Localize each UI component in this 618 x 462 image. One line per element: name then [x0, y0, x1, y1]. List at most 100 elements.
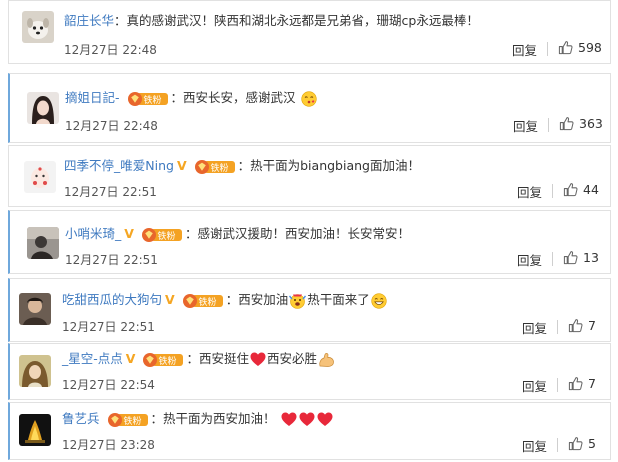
fan-badge[interactable]: 铁粉 [194, 159, 236, 175]
avatar[interactable] [19, 293, 51, 325]
timestamp: 12月27日 22:51 [64, 185, 157, 199]
avatar[interactable] [19, 414, 51, 446]
kiss-face-emoji-icon [300, 90, 317, 107]
like-count: 598 [578, 40, 602, 55]
timestamp: 12月27日 22:51 [65, 253, 158, 267]
reply-button[interactable]: 回复 [522, 436, 547, 455]
username-link[interactable]: 摘姐日記- [65, 90, 120, 105]
reply-button[interactable]: 回复 [517, 182, 542, 201]
thumbs-up-icon [563, 182, 578, 197]
comment-row: 小哨米琦_ V 铁粉 ：感谢武汉援助！西安加油！长安常安！ 12月27日 22:51… [8, 210, 611, 274]
like-button[interactable]: 598 [558, 40, 602, 55]
comment-text: 热干面为biangbiang面加油！ [250, 158, 420, 173]
fan-badge-icon: 铁粉 [141, 227, 183, 242]
like-count: 363 [579, 116, 603, 131]
fan-badge[interactable]: 铁粉 [107, 412, 149, 428]
red-heart-emoji-icon [317, 412, 333, 427]
fan-badge-label: 铁粉 [198, 296, 216, 308]
grinning-face-emoji-icon [371, 292, 387, 309]
divider [547, 42, 548, 56]
divider [557, 438, 558, 452]
colon: ： [186, 351, 199, 366]
fan-badge-icon: 铁粉 [182, 293, 224, 308]
username-link[interactable]: _星空-点点 [62, 351, 123, 366]
verified-v-icon: V [165, 292, 175, 307]
like-button[interactable]: 13 [563, 250, 599, 265]
cheering-face-emoji-icon [289, 293, 307, 309]
comment-text: 西安长安，感谢武汉 [183, 90, 296, 105]
fan-badge-label: 铁粉 [143, 94, 161, 106]
fan-badge-label: 铁粉 [123, 415, 141, 427]
thumbs-up-icon [563, 250, 578, 265]
reply-button[interactable]: 回复 [513, 116, 538, 135]
colon: ： [225, 292, 239, 307]
thumbs-up-icon [558, 40, 573, 55]
like-button[interactable]: 363 [559, 116, 603, 131]
comment-row: 鲁艺兵 铁粉 ：热干面为西安加油！ 12月27日 23:28 回复 5 [8, 402, 611, 460]
avatar[interactable] [19, 355, 51, 387]
like-button[interactable]: 7 [568, 318, 596, 333]
comment-text-continued: 热干面来了 [307, 292, 370, 307]
timestamp: 12月27日 22:48 [64, 43, 157, 57]
fan-badge-icon: 铁粉 [107, 412, 149, 427]
reply-button[interactable]: 回复 [512, 40, 537, 59]
fan-badge-label: 铁粉 [157, 230, 175, 242]
comment-row: 吃甜西瓜的大狗句 V 铁粉 ：西安加油 热干面来了 12月27日 22:51 回复 7 [8, 278, 611, 342]
username-link[interactable]: 韶庄长华 [64, 13, 114, 28]
username-link[interactable]: 鲁艺兵 [62, 411, 100, 426]
divider [548, 118, 549, 132]
red-heart-emoji-icon [281, 412, 297, 427]
reply-button[interactable]: 回复 [517, 250, 542, 269]
like-button[interactable]: 5 [568, 436, 596, 451]
username-link[interactable]: 小哨米琦_ [65, 226, 121, 241]
fan-badge[interactable]: 铁粉 [182, 293, 224, 309]
colon: ： [114, 13, 127, 28]
like-count: 5 [588, 436, 596, 451]
comment-text: 感谢武汉援助！西安加油！长安常安！ [197, 226, 410, 241]
reply-button[interactable]: 回复 [522, 376, 547, 395]
colon: ： [237, 158, 251, 173]
avatar[interactable] [24, 161, 56, 193]
username-link[interactable]: 吃甜西瓜的大狗句 [62, 292, 162, 307]
thumbs-up-icon [568, 376, 583, 391]
timestamp: 12月27日 22:48 [65, 119, 158, 133]
username-link[interactable]: 四季不停_唯爱Ning [64, 158, 174, 173]
colon: ： [184, 226, 198, 241]
thumbs-up-icon [568, 436, 583, 451]
comment-text: 西安挺住 [198, 351, 249, 366]
like-button[interactable]: 7 [568, 376, 596, 391]
comment-row: 韶庄长华：真的感谢武汉！陕西和湖北永远都是兄弟省，珊瑚cp永远最棒！ 12月27… [8, 0, 611, 64]
verified-v-icon: V [125, 351, 136, 366]
comment-text-continued: 西安必胜 [266, 351, 317, 366]
comment-row: 四季不停_唯爱Ning V 铁粉 ：热干面为biangbiang面加油！ 12月27… [8, 145, 611, 207]
fan-badge[interactable]: 铁粉 [142, 352, 184, 368]
fan-badge-icon: 铁粉 [194, 159, 236, 174]
divider [552, 252, 553, 266]
divider [557, 320, 558, 334]
colon: ： [170, 90, 184, 105]
timestamp: 12月27日 23:28 [62, 438, 155, 452]
avatar[interactable] [27, 92, 59, 124]
like-button[interactable]: 44 [563, 182, 599, 197]
verified-v-icon: V [124, 226, 134, 241]
reply-button[interactable]: 回复 [522, 318, 547, 337]
fan-badge-icon: 铁粉 [142, 352, 184, 367]
flexed-biceps-emoji-icon [318, 352, 335, 368]
like-count: 13 [583, 250, 599, 265]
thumbs-up-icon [559, 116, 574, 131]
verified-v-icon: V [176, 158, 187, 173]
like-count: 7 [588, 318, 596, 333]
fan-badge-label: 铁粉 [159, 355, 177, 367]
red-heart-emoji-icon [250, 352, 266, 367]
avatar[interactable] [27, 227, 59, 259]
comment-row: 摘姐日記- 铁粉 ：西安长安，感谢武汉 12月27日 22:48 回复 363 [8, 73, 611, 143]
fan-badge[interactable]: 铁粉 [127, 91, 169, 107]
thumbs-up-icon [568, 318, 583, 333]
divider [557, 378, 558, 392]
avatar[interactable] [22, 11, 54, 43]
timestamp: 12月27日 22:51 [62, 320, 155, 334]
comment-text: 西安加油 [238, 292, 289, 307]
fan-badge[interactable]: 铁粉 [141, 227, 183, 243]
timestamp: 12月27日 22:54 [62, 378, 155, 392]
fan-badge-icon: 铁粉 [127, 91, 169, 106]
